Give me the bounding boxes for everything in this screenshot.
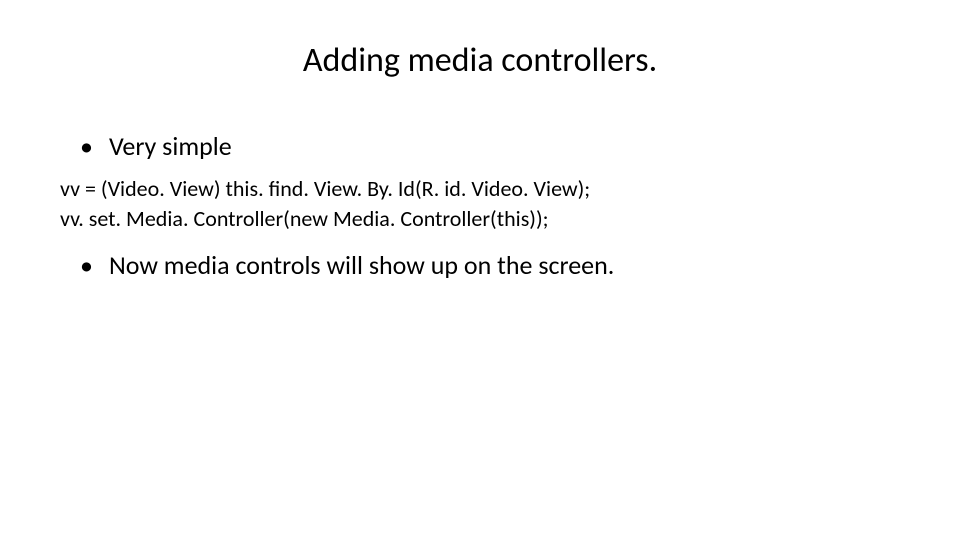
bullet-item: • Now media controls will show up on the… (80, 250, 900, 281)
bullet-marker: • (80, 250, 93, 281)
code-block: vv = (Video. View) this. find. View. By.… (60, 174, 900, 233)
bullet-item: • Very simple (80, 131, 900, 162)
bullet-text: Now media controls will show up on the s… (109, 250, 614, 281)
bullet-text: Very simple (109, 131, 232, 162)
slide-title: Adding media controllers. (60, 40, 900, 81)
bullet-marker: • (80, 131, 93, 162)
slide-content: • Very simple vv = (Video. View) this. f… (60, 131, 900, 281)
code-line: vv = (Video. View) this. find. View. By.… (60, 174, 900, 204)
code-line: vv. set. Media. Controller(new Media. Co… (60, 204, 900, 234)
